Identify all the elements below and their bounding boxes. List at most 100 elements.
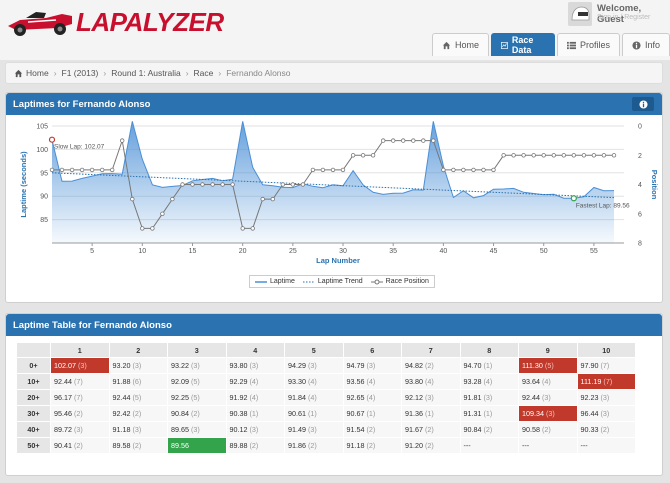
laptime-cell[interactable]: 93.64 (4) (518, 373, 578, 390)
laptime-cell[interactable]: 89.56 (167, 437, 227, 454)
race-position-point (451, 167, 456, 173)
race-position-point (170, 196, 175, 202)
position-value: (7) (74, 393, 83, 402)
laptime-cell[interactable]: 92.44 (7) (50, 373, 110, 390)
laptime-cell[interactable]: 92.25 (5) (167, 389, 227, 406)
y-tick-label: 90 (40, 194, 48, 201)
chart-panel: Laptimes for Fernando Alonso 85 90 95 100 10… (5, 92, 663, 303)
laptime-cell[interactable]: 91.31 (1) (459, 405, 519, 422)
laptime-cell[interactable]: 90.84 (2) (167, 405, 227, 422)
laptime-cell[interactable]: 93.20 (3) (108, 357, 168, 374)
laptime-cell[interactable]: 94.70 (1) (459, 357, 519, 374)
laptime-cell[interactable]: --- (518, 437, 578, 454)
laptime-cell[interactable]: 91.36 (1) (401, 405, 461, 422)
laptime-cell[interactable]: 93.22 (3) (167, 357, 227, 374)
position-value: (2) (74, 441, 83, 450)
race-position-point (49, 167, 55, 173)
laptime-cell[interactable]: 93.80 (4) (401, 373, 461, 390)
laptime-cell[interactable]: 111.30 (5) (518, 357, 578, 374)
laptime-cell[interactable]: --- (576, 437, 636, 454)
laptime-cell[interactable]: 93.80 (3) (225, 357, 285, 374)
laptime-cell[interactable]: 92.29 (4) (225, 373, 285, 390)
app-logo[interactable]: LAPALYZER (6, 4, 224, 38)
legend-item-laptime[interactable]: Laptime (255, 278, 295, 285)
y-tick-label: 95 (40, 170, 48, 177)
laptime-cell[interactable]: 94.79 (3) (342, 357, 402, 374)
laptime-cell[interactable]: 96.44 (3) (576, 405, 636, 422)
laptime-cell[interactable]: 92.44 (3) (518, 389, 578, 406)
laptime-cell[interactable]: 109.34 (3) (518, 405, 578, 422)
position-value: (3) (542, 393, 551, 402)
laptime-cell[interactable]: 92.42 (2) (108, 405, 168, 422)
table-panel-title: Laptime Table for Fernando Alonso (13, 319, 172, 331)
laptime-cell[interactable]: 90.67 (1) (342, 405, 402, 422)
breadcrumb-season[interactable]: F1 (2013) (62, 68, 99, 78)
laptime-cell[interactable]: 96.17 (7) (50, 389, 110, 406)
y2-tick-label: 4 (638, 182, 642, 189)
laptime-cell[interactable]: 90.58 (2) (518, 421, 578, 438)
laptime-cell[interactable]: 90.12 (3) (225, 421, 285, 438)
laptime-cell[interactable]: 89.88 (2) (225, 437, 285, 454)
laptime-cell[interactable]: 91.81 (3) (459, 389, 519, 406)
laptime-cell[interactable]: 91.20 (2) (401, 437, 461, 454)
legend-item-trend[interactable]: Laptime Trend (302, 278, 363, 285)
race-position-point (340, 167, 346, 173)
laptime-cell[interactable]: 94.82 (2) (401, 357, 461, 374)
laptime-cell[interactable]: 91.92 (4) (225, 389, 285, 406)
laptime-cell[interactable]: 102.07 (3) (50, 357, 110, 374)
laptime-cell[interactable]: 91.18 (3) (108, 421, 168, 438)
laptime-value: 89.72 (54, 425, 72, 434)
laptime-cell[interactable]: 95.46 (2) (50, 405, 110, 422)
laptime-cell[interactable]: 89.72 (3) (50, 421, 110, 438)
breadcrumb-separator: › (218, 68, 222, 78)
position-value: (1) (249, 409, 259, 418)
laptime-cell[interactable]: 91.88 (6) (108, 373, 168, 390)
laptime-chart[interactable]: 859095100105 024685 10 15 20 25 30 35 40 45 50 55La… (6, 116, 662, 281)
position-value: (3) (600, 409, 610, 418)
laptime-cell[interactable]: 91.67 (2) (401, 421, 461, 438)
laptime-cell[interactable]: 92.09 (5) (167, 373, 227, 390)
breadcrumb-round[interactable]: Round 1: Australia (111, 68, 180, 78)
laptime-cell[interactable]: 90.84 (2) (459, 421, 519, 438)
race-position-point (401, 138, 406, 143)
laptime-value: 93.28 (463, 377, 482, 386)
legend-item-position[interactable]: Race Position (370, 278, 429, 285)
race-position-point (521, 153, 526, 158)
laptime-cell[interactable]: 91.86 (2) (284, 437, 344, 454)
breadcrumb-home[interactable]: Home (26, 68, 49, 78)
welcome-subtext[interactable]: Sign in / Register (597, 14, 650, 21)
laptime-cell[interactable]: 92.12 (3) (401, 389, 461, 406)
laptime-cell[interactable]: 94.29 (3) (284, 357, 344, 374)
chart-info-button[interactable] (632, 97, 654, 111)
laptime-cell[interactable]: 90.38 (1) (225, 405, 285, 422)
avatar[interactable] (568, 2, 592, 26)
laptime-cell[interactable]: 93.30 (4) (284, 373, 344, 390)
laptime-cell[interactable]: --- (459, 437, 519, 454)
position-value: (2) (74, 409, 83, 418)
laptime-cell[interactable]: 90.33 (2) (576, 421, 636, 438)
laptime-cell[interactable]: 93.56 (4) (342, 373, 402, 390)
laptime-cell[interactable]: 91.49 (3) (284, 421, 344, 438)
laptime-value: 92.09 (171, 377, 189, 386)
laptime-cell[interactable]: 90.41 (2) (50, 437, 110, 454)
laptime-cell[interactable]: 89.65 (3) (167, 421, 227, 438)
laptime-cell[interactable]: 92.23 (3) (576, 389, 636, 406)
laptime-cell[interactable]: 92.44 (5) (108, 389, 168, 406)
tab-race-data[interactable]: Race Data (491, 33, 555, 56)
breadcrumb-session[interactable]: Race (194, 68, 214, 78)
tab-info[interactable]: Info (621, 33, 670, 56)
laptime-value: 92.42 (112, 409, 131, 418)
tab-home[interactable]: Home (432, 33, 490, 56)
laptime-cell[interactable]: 92.65 (4) (342, 389, 402, 406)
tab-profiles[interactable]: Profiles (556, 33, 620, 56)
laptime-cell[interactable]: 91.18 (2) (342, 437, 402, 454)
laptime-cell[interactable]: 91.54 (2) (342, 421, 402, 438)
race-position-point (501, 153, 506, 158)
laptime-cell[interactable]: 89.58 (2) (108, 437, 168, 454)
laptime-cell[interactable]: 93.28 (4) (459, 373, 519, 390)
laptime-cell[interactable]: 90.61 (1) (284, 405, 344, 422)
laptime-cell[interactable]: 97.90 (7) (576, 357, 636, 374)
laptime-cell[interactable]: 111.19 (7) (576, 373, 636, 390)
position-value: (3) (545, 409, 555, 418)
laptime-cell[interactable]: 91.84 (4) (284, 389, 344, 406)
